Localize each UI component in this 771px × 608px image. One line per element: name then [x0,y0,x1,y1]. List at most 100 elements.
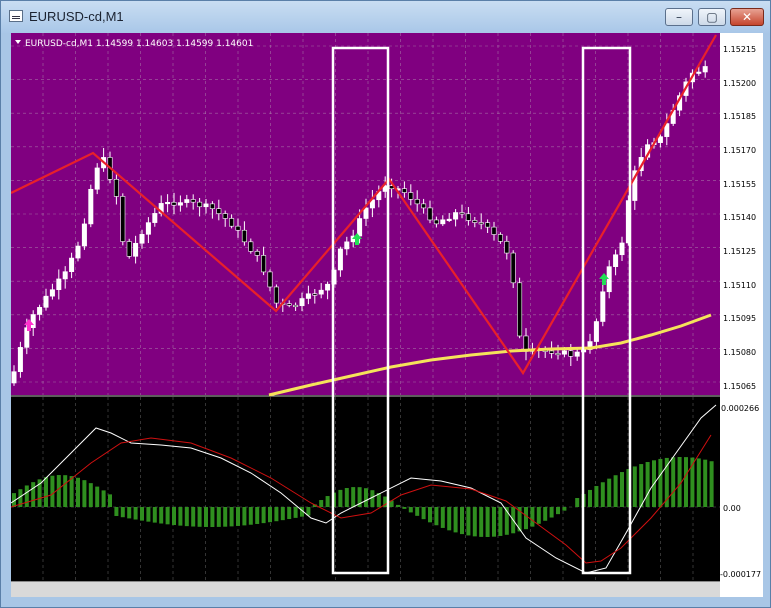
histogram-bar [255,507,260,524]
candle-body [497,234,503,242]
candle-body [408,192,414,200]
candle-body [11,371,17,384]
histogram-bar [210,507,215,527]
chart-header-label: EURUSD-cd,M1 1.14599 1.14603 1.14599 1.1… [25,39,253,49]
price-scale-svg: 1.15215 1.15200 1.15185 1.15170 1.15155 … [720,45,761,579]
candle-body [549,350,555,354]
candle-body [421,203,427,209]
histogram-bar [588,489,592,507]
time-scale[interactable] [11,581,720,597]
histogram-bar [434,507,439,526]
candle-body [485,222,491,228]
histogram-bar [280,507,285,521]
histogram-bar [415,507,420,516]
candle-body [337,248,343,271]
candle-body [261,255,267,273]
candle-body [75,245,81,259]
histogram-bar [632,466,637,507]
price-label: 1.15200 [723,79,756,88]
candle-body [446,218,452,221]
candle-body [254,251,260,256]
candle-body [561,350,567,355]
candle-body [593,321,599,342]
histogram-bar [428,507,432,523]
histogram-bar [69,476,74,507]
title-bar[interactable]: EURUSD-cd,M1 – ▢ ✕ [1,1,770,33]
histogram-bar [133,507,138,520]
histogram-bar [31,482,36,507]
histogram-bar [191,507,196,527]
candle-body [555,353,561,356]
candle-body [312,293,318,296]
histogram-bar [594,486,599,507]
price-scale[interactable]: 1.15215 1.15200 1.15185 1.15170 1.15155 … [720,33,763,597]
indicator-label-zero: 0.00 [723,504,741,513]
histogram-bar [453,507,458,533]
price-chart[interactable]: EURUSD-cd,M1 1.14599 1.14603 1.14599 1.1… [10,33,720,581]
candle-body [478,222,484,225]
histogram-bar [639,464,644,507]
candle-body [305,293,311,299]
minimize-button[interactable]: – [665,8,693,26]
histogram-bar [24,485,29,507]
histogram-bar [556,507,560,515]
histogram-bar [108,494,112,507]
histogram-bar [677,457,682,507]
candle-body [113,179,119,197]
candle-body [184,199,190,203]
candle-body [344,241,350,250]
close-button[interactable]: ✕ [730,8,764,26]
candle-body [229,218,235,227]
candle-body [600,291,606,322]
histogram-bar [140,507,144,521]
candle-body [414,199,420,205]
histogram-bar [472,507,477,537]
candle-body [145,222,151,235]
histogram-bar [479,507,484,537]
histogram-bar [440,507,445,528]
candle-body [401,188,407,193]
histogram-bar [76,477,80,507]
histogram-bar [607,478,612,507]
chart-window-icon [9,10,23,22]
histogram-bar [165,507,170,525]
candle-body [197,201,203,208]
histogram-bar [120,507,125,518]
histogram-bar [709,461,714,507]
candle-body [510,252,516,284]
histogram-bar [152,507,157,523]
candle-body [165,202,171,205]
histogram-bar [613,475,618,507]
histogram-bar [543,507,548,521]
histogram-bar [44,477,48,507]
chart-area[interactable]: EURUSD-cd,M1 1.14599 1.14603 1.14599 1.1… [10,33,720,581]
histogram-bar [95,486,100,507]
histogram-bar [242,507,247,526]
candle-body [37,307,43,315]
histogram-bar [229,507,234,527]
maximize-button[interactable]: ▢ [698,8,726,26]
histogram-bar [319,500,324,507]
candle-body [299,298,305,307]
candle-body [459,212,465,215]
histogram-bar [159,507,164,524]
histogram-bar [56,475,61,507]
histogram-bar [536,507,541,524]
candle-body [491,226,497,235]
candle-body [152,213,158,223]
histogram-bar [50,475,55,507]
candle-body [453,212,459,220]
histogram-bar [184,507,189,527]
candle-body [49,289,55,297]
histogram-bar [216,507,221,527]
histogram-bar [498,507,503,536]
price-label: 1.15170 [723,146,756,155]
candle-body [427,207,433,221]
candle-body [94,167,100,190]
candle-body [433,219,439,225]
candle-body [216,208,222,214]
histogram-bar [658,458,663,507]
candle-body [293,304,299,308]
histogram-bar [82,480,87,507]
histogram-bar [101,490,106,507]
